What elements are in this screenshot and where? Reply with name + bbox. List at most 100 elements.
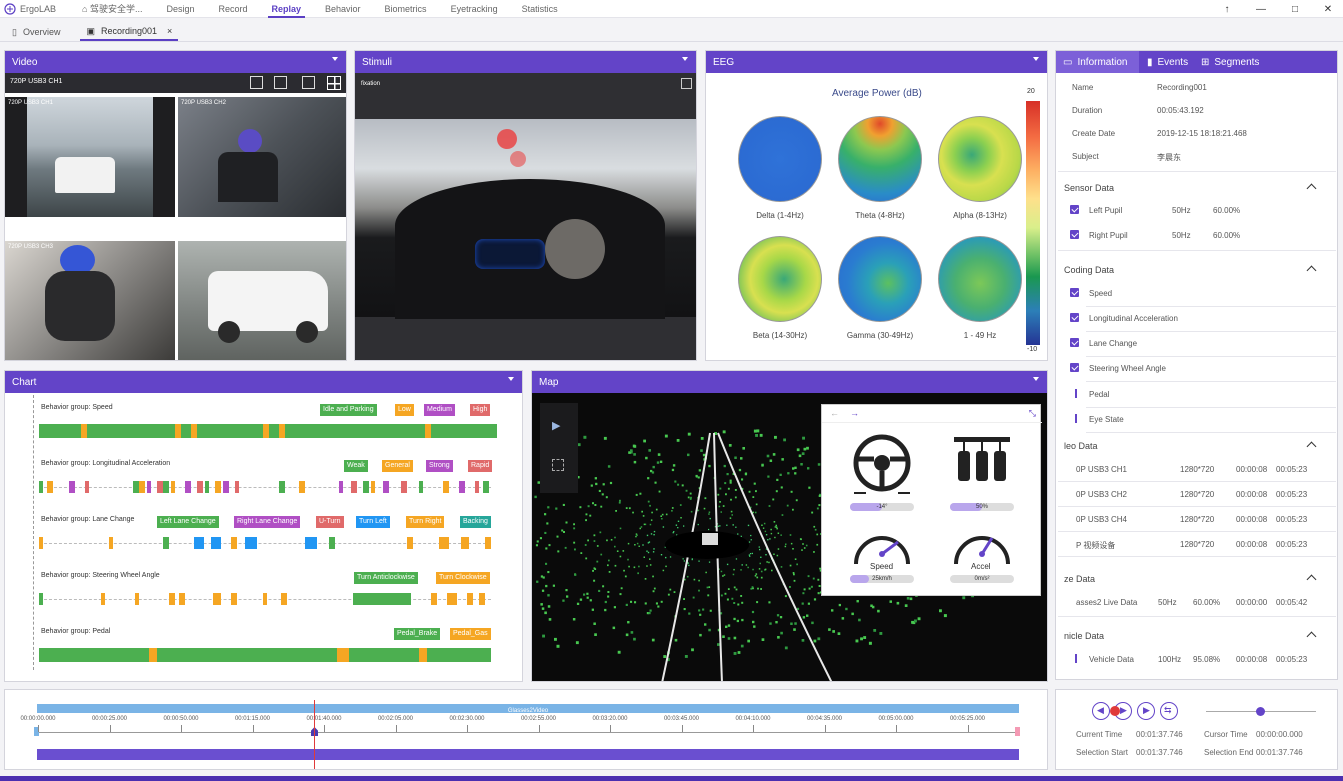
behavior-legend-tag[interactable]: Backing	[460, 516, 491, 528]
behavior-segment[interactable]	[211, 537, 221, 549]
close-icon[interactable]: ✕	[1313, 0, 1343, 18]
tab-information[interactable]: ▭ Information	[1056, 51, 1139, 73]
behavior-segment[interactable]	[163, 537, 169, 549]
back-arrow-icon[interactable]: ←	[830, 408, 839, 418]
map-viewport[interactable]: ▶ ← → ⤡ -14° 50% Speed 25km/h Accel 0m/s…	[532, 393, 1047, 681]
layout-2-icon[interactable]	[274, 76, 287, 89]
maximize-icon[interactable]: □	[1280, 0, 1310, 18]
video-cell-3[interactable]: 720P USB3 CH3	[5, 241, 175, 360]
behavior-track[interactable]	[39, 424, 497, 438]
behavior-segment[interactable]	[467, 593, 473, 605]
behavior-segment[interactable]	[461, 537, 469, 549]
behavior-segment[interactable]	[205, 481, 209, 493]
loop-button[interactable]: ⇆	[1160, 702, 1178, 720]
behavior-segment[interactable]	[269, 424, 279, 438]
behavior-legend-tag[interactable]: Strong	[426, 460, 453, 472]
timeline-selection-bar[interactable]	[37, 749, 1019, 760]
behavior-segment[interactable]	[363, 481, 369, 493]
behavior-segment[interactable]	[213, 593, 221, 605]
behavior-segment[interactable]	[135, 593, 139, 605]
behavior-segment[interactable]	[263, 593, 267, 605]
menu-project[interactable]: ⌂ 驾驶安全学...	[70, 0, 154, 18]
behavior-segment[interactable]	[163, 481, 169, 493]
coding-checkbox[interactable]	[1070, 363, 1079, 372]
behavior-segment[interactable]	[431, 424, 497, 438]
step-forward-button[interactable]: ▶	[1137, 702, 1155, 720]
behavior-legend-tag[interactable]: Turn Right	[406, 516, 445, 528]
behavior-segment[interactable]	[181, 424, 191, 438]
menu-behavior[interactable]: Behavior	[313, 0, 373, 18]
timeline-playhead[interactable]	[314, 700, 315, 769]
menu-record[interactable]: Record	[206, 0, 259, 18]
behavior-segment[interactable]	[39, 537, 43, 549]
sensor-checkbox[interactable]	[1070, 230, 1079, 239]
behavior-segment[interactable]	[39, 481, 43, 493]
chevron-down-icon[interactable]	[332, 57, 338, 61]
behavior-segment[interactable]	[383, 481, 389, 493]
behavior-segment[interactable]	[231, 537, 237, 549]
behavior-segment[interactable]	[443, 481, 449, 493]
behavior-segment[interactable]	[231, 593, 237, 605]
behavior-segment[interactable]	[185, 481, 191, 493]
forward-arrow-icon[interactable]: →	[850, 408, 859, 418]
behavior-segment[interactable]	[299, 481, 305, 493]
video-cell-4[interactable]	[178, 241, 346, 360]
behavior-segment[interactable]	[459, 481, 465, 493]
coding-checkbox[interactable]	[1070, 313, 1079, 322]
behavior-segment[interactable]	[419, 648, 427, 662]
behavior-segment[interactable]	[431, 593, 437, 605]
behavior-legend-tag[interactable]: Turn Clockwise	[436, 572, 490, 584]
video-cell-2[interactable]: 720P USB3 CH2	[178, 97, 346, 217]
behavior-legend-tag[interactable]: Pedal_Brake	[394, 628, 441, 640]
stimuli-viewport[interactable]: fixation	[355, 73, 696, 360]
behavior-segment[interactable]	[349, 648, 419, 662]
behavior-track[interactable]	[39, 480, 491, 494]
behavior-legend-tag[interactable]: High	[470, 404, 491, 416]
behavior-segment[interactable]	[353, 593, 411, 605]
behavior-segment[interactable]	[419, 481, 423, 493]
behavior-track[interactable]	[39, 536, 491, 550]
behavior-segment[interactable]	[171, 481, 175, 493]
menu-design[interactable]: Design	[154, 0, 206, 18]
behavior-segment[interactable]	[339, 481, 343, 493]
behavior-segment[interactable]	[337, 648, 349, 662]
tab-overview[interactable]: ▯ Overview	[6, 23, 66, 41]
behavior-legend-tag[interactable]: Right Lane Change	[234, 516, 301, 528]
layout-1-icon[interactable]	[250, 76, 263, 89]
behavior-legend-tag[interactable]: Left Lane Change	[157, 516, 219, 528]
behavior-segment[interactable]	[447, 593, 457, 605]
step-back-button[interactable]: ◀	[1092, 702, 1110, 720]
layout-3-icon[interactable]	[302, 76, 315, 89]
expand-icon[interactable]	[552, 459, 564, 471]
behavior-segment[interactable]	[139, 481, 145, 493]
chevron-down-icon[interactable]	[508, 377, 514, 381]
behavior-track[interactable]	[39, 648, 491, 662]
behavior-legend-tag[interactable]: Medium	[424, 404, 455, 416]
tab-close-icon[interactable]: ×	[167, 26, 172, 36]
behavior-legend-tag[interactable]: Turn Anticlockwise	[354, 572, 418, 584]
video-cell-1[interactable]: 720P USB3 CH1	[5, 97, 175, 217]
behavior-segment[interactable]	[371, 481, 375, 493]
behavior-legend-tag[interactable]: Turn Left	[356, 516, 390, 528]
behavior-segment[interactable]	[245, 537, 257, 549]
behavior-segment[interactable]	[401, 481, 407, 493]
tab-events[interactable]: ▮ Events	[1147, 51, 1188, 73]
fullscreen-icon[interactable]	[681, 78, 692, 89]
timeline-media-bar[interactable]: Glasses2Video	[37, 704, 1019, 714]
coding-checkbox[interactable]	[1070, 338, 1079, 347]
behavior-segment[interactable]	[223, 481, 229, 493]
behavior-segment[interactable]	[147, 481, 151, 493]
behavior-legend-tag[interactable]: General	[382, 460, 413, 472]
behavior-segment[interactable]	[69, 481, 75, 493]
behavior-segment[interactable]	[281, 593, 287, 605]
behavior-segment[interactable]	[39, 424, 81, 438]
behavior-segment[interactable]	[305, 537, 317, 549]
behavior-segment[interactable]	[285, 424, 425, 438]
menu-eyetracking[interactable]: Eyetracking	[439, 0, 510, 18]
menu-statistics[interactable]: Statistics	[510, 0, 570, 18]
behavior-segment[interactable]	[39, 648, 149, 662]
behavior-segment[interactable]	[475, 481, 479, 493]
behavior-segment[interactable]	[483, 481, 489, 493]
behavior-segment[interactable]	[329, 537, 335, 549]
behavior-segment[interactable]	[47, 481, 53, 493]
